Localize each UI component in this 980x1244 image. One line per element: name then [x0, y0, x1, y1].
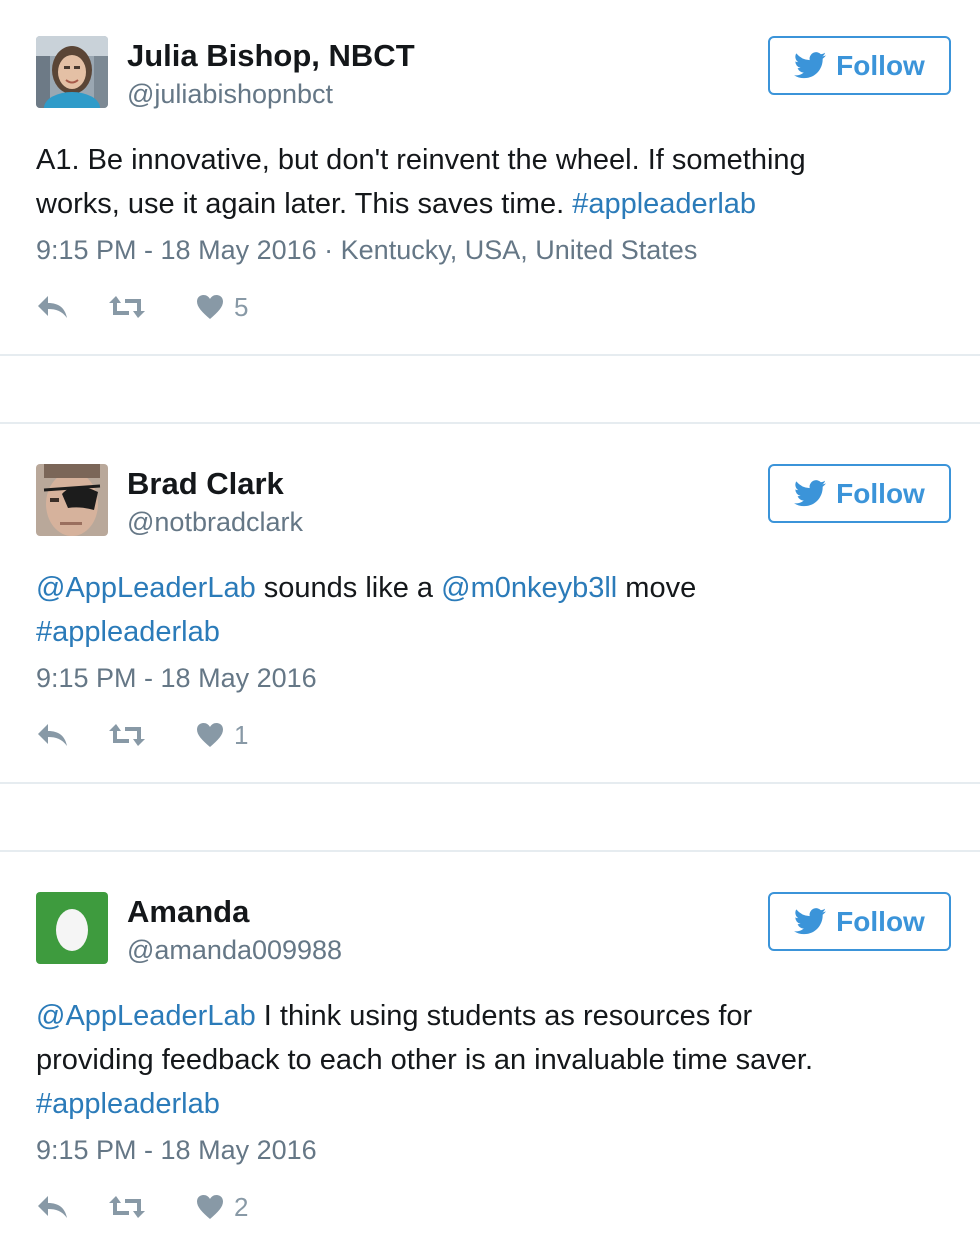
tweet-text-line: #appleaderlab: [36, 610, 941, 654]
text-segment: I think using students as resources for: [255, 1000, 753, 1032]
tweet-timestamp[interactable]: 9:15 PM - 18 May 2016: [36, 662, 317, 694]
tweet-text-line: @AppLeaderLab sounds like a @m0nkeyb3ll …: [36, 566, 941, 610]
text-segment: move: [617, 572, 697, 604]
avatar[interactable]: [36, 892, 108, 964]
display-name[interactable]: Amanda: [127, 894, 249, 930]
text-segment: sounds like a: [255, 572, 442, 604]
tweet-text-line: works, use it again later. This saves ti…: [36, 182, 941, 226]
follow-label: Follow: [836, 477, 925, 509]
tweet-text-line: A1. Be innovative, but don't reinvent th…: [36, 138, 941, 182]
follow-button[interactable]: Follow: [768, 892, 951, 951]
tweet-card: Brad Clark @notbradclark Follow @AppLead…: [0, 424, 980, 782]
follow-button[interactable]: Follow: [768, 464, 951, 523]
user-handle[interactable]: @notbradclark: [127, 506, 303, 538]
like-button[interactable]: 2: [196, 1190, 248, 1224]
avatar[interactable]: [36, 36, 108, 108]
tweet-text: @AppLeaderLab sounds like a @m0nkeyb3ll …: [36, 566, 941, 654]
tweet-actions: 2: [36, 1190, 336, 1224]
user-handle[interactable]: @juliabishopnbct: [127, 78, 333, 110]
divider: [0, 354, 980, 356]
twitter-bird-icon: [794, 480, 827, 507]
text-segment: A1. Be innovative, but don't reinvent th…: [36, 144, 806, 176]
retweet-button[interactable]: [108, 1190, 146, 1224]
like-count: 1: [234, 719, 249, 750]
tweet-actions: 1: [36, 718, 336, 752]
heart-icon: [197, 1195, 223, 1219]
reply-button[interactable]: [36, 718, 70, 752]
reply-button[interactable]: [36, 1190, 70, 1224]
hashtag-link[interactable]: #appleaderlab: [36, 1088, 220, 1120]
retweet-button[interactable]: [108, 718, 146, 752]
text-segment: providing feedback to each other is an i…: [36, 1044, 814, 1076]
heart-icon: [197, 723, 223, 747]
tweet-text-line: #appleaderlab: [36, 1082, 941, 1126]
heart-icon: [197, 295, 223, 319]
like-button[interactable]: 1: [196, 718, 248, 752]
mention-link[interactable]: @AppLeaderLab: [36, 572, 256, 604]
tweet-text-line: @AppLeaderLab I think using students as …: [36, 994, 941, 1038]
like-count: 2: [234, 1191, 249, 1222]
display-name[interactable]: Brad Clark: [127, 466, 284, 502]
retweet-icon: [109, 1196, 145, 1218]
follow-label: Follow: [836, 905, 925, 937]
reply-icon: [38, 296, 67, 318]
user-handle[interactable]: @amanda009988: [127, 934, 342, 966]
tweet-timestamp[interactable]: 9:15 PM - 18 May 2016: [36, 1134, 317, 1166]
tweet-card: Julia Bishop, NBCT @juliabishopnbct Foll…: [0, 0, 980, 354]
like-count: 5: [234, 291, 249, 322]
twitter-bird-icon: [794, 52, 827, 79]
tweet-timestamp[interactable]: 9:15 PM - 18 May 2016 · Kentucky, USA, U…: [36, 234, 697, 266]
tweet-card: Amanda @amanda009988 Follow @AppLeaderLa…: [0, 852, 980, 1244]
display-name[interactable]: Julia Bishop, NBCT: [127, 38, 415, 74]
hashtag-link[interactable]: #appleaderlab: [572, 188, 756, 220]
follow-label: Follow: [836, 49, 925, 81]
tweet-actions: 5: [36, 290, 336, 324]
hashtag-link[interactable]: #appleaderlab: [36, 616, 220, 648]
twitter-bird-icon: [794, 908, 827, 935]
mention-link[interactable]: @AppLeaderLab: [36, 1000, 256, 1032]
divider: [0, 782, 980, 784]
retweet-icon: [109, 724, 145, 746]
mention-link[interactable]: @m0nkeyb3ll: [441, 572, 617, 604]
tweet-text: @AppLeaderLab I think using students as …: [36, 994, 941, 1126]
tweet-text: A1. Be innovative, but don't reinvent th…: [36, 138, 941, 226]
follow-button[interactable]: Follow: [768, 36, 951, 95]
text-segment: works, use it again later. This saves ti…: [36, 188, 573, 220]
like-button[interactable]: 5: [196, 290, 248, 324]
retweet-button[interactable]: [108, 290, 146, 324]
retweet-icon: [109, 296, 145, 318]
tweet-text-line: providing feedback to each other is an i…: [36, 1038, 941, 1082]
avatar[interactable]: [36, 464, 108, 536]
reply-button[interactable]: [36, 290, 70, 324]
reply-icon: [38, 724, 67, 746]
reply-icon: [38, 1196, 67, 1218]
